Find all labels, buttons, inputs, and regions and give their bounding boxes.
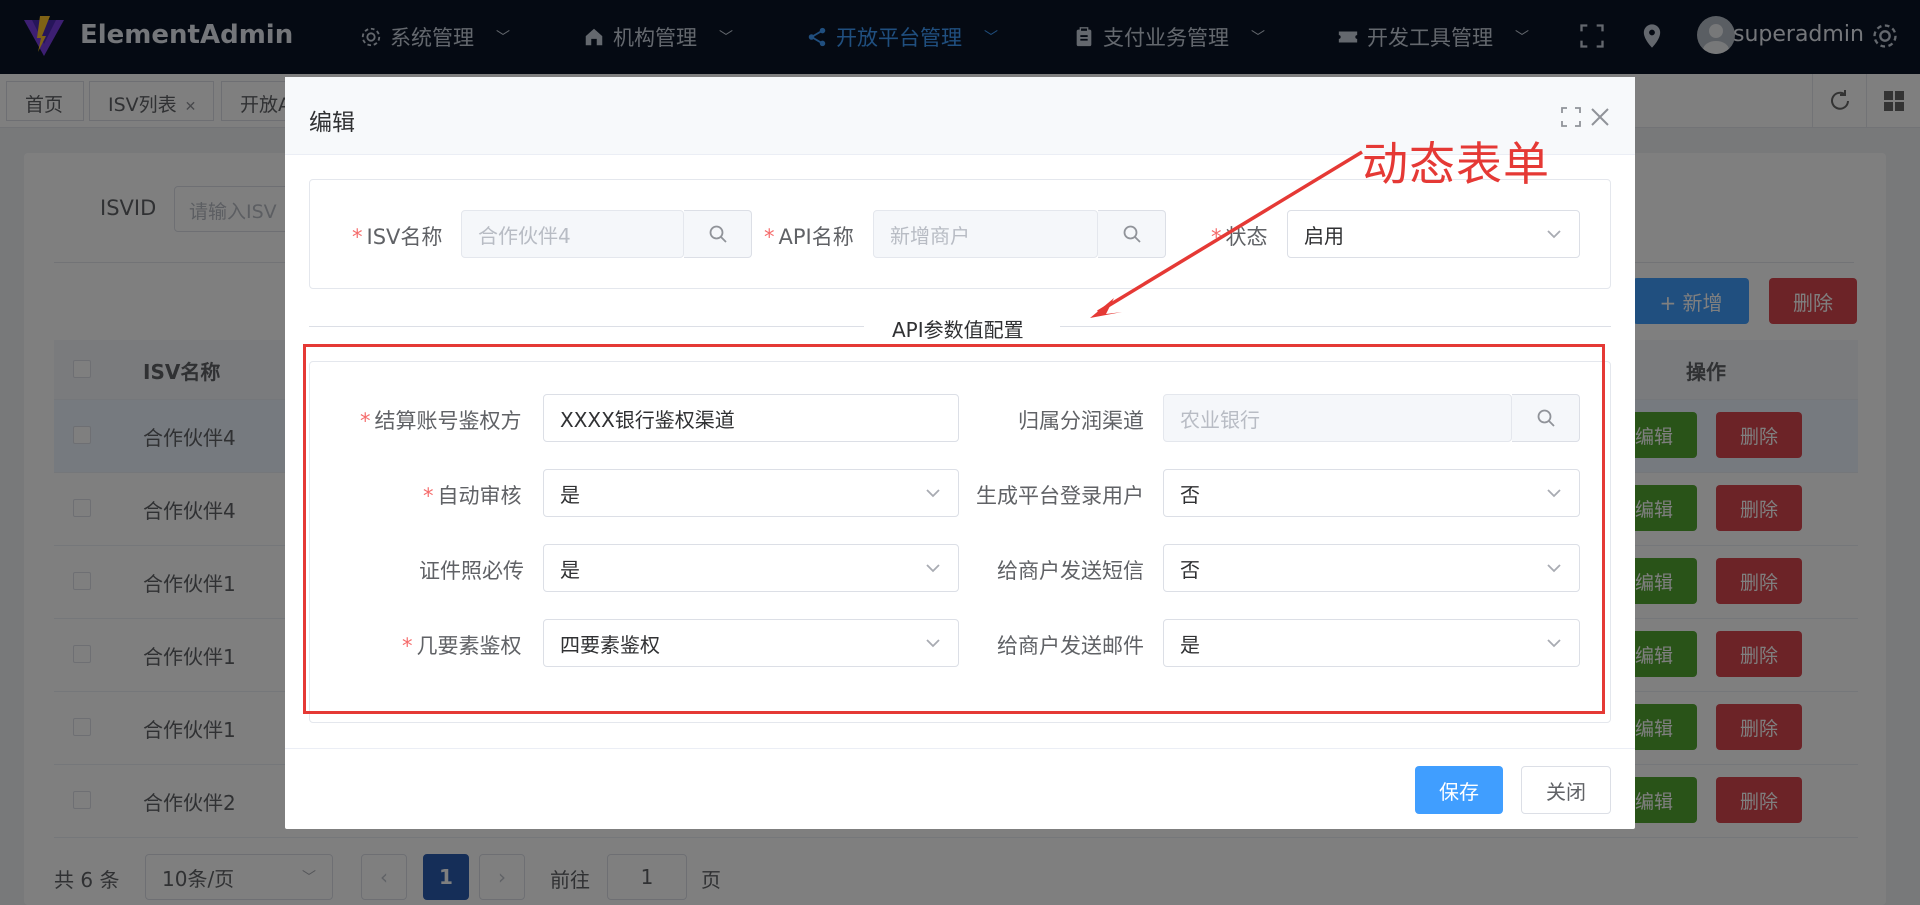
api-name-label: * API名称 [764, 225, 854, 249]
section-title: API参数值配置 [890, 314, 1026, 343]
section-divider [309, 326, 864, 327]
dialog-title: 编辑 [309, 110, 355, 136]
save-button[interactable]: 保存 [1415, 766, 1503, 814]
isv-name-label: * ISV名称 [352, 225, 443, 249]
annotation-highlight-box [303, 344, 1605, 714]
annotation-arrow [1090, 150, 1363, 318]
close-icon[interactable] [1589, 106, 1611, 128]
maximize-icon[interactable] [1560, 106, 1582, 128]
dialog-footer-divider [285, 748, 1635, 749]
isv-name-input[interactable]: 合作伙伴4 [461, 210, 684, 258]
chevron-down-icon [1547, 230, 1561, 239]
close-button[interactable]: 关闭 [1521, 766, 1611, 814]
search-icon[interactable] [684, 210, 752, 258]
annotation-label: 动态表单 [1362, 137, 1550, 191]
api-name-input[interactable]: 新增商户 [873, 210, 1098, 258]
